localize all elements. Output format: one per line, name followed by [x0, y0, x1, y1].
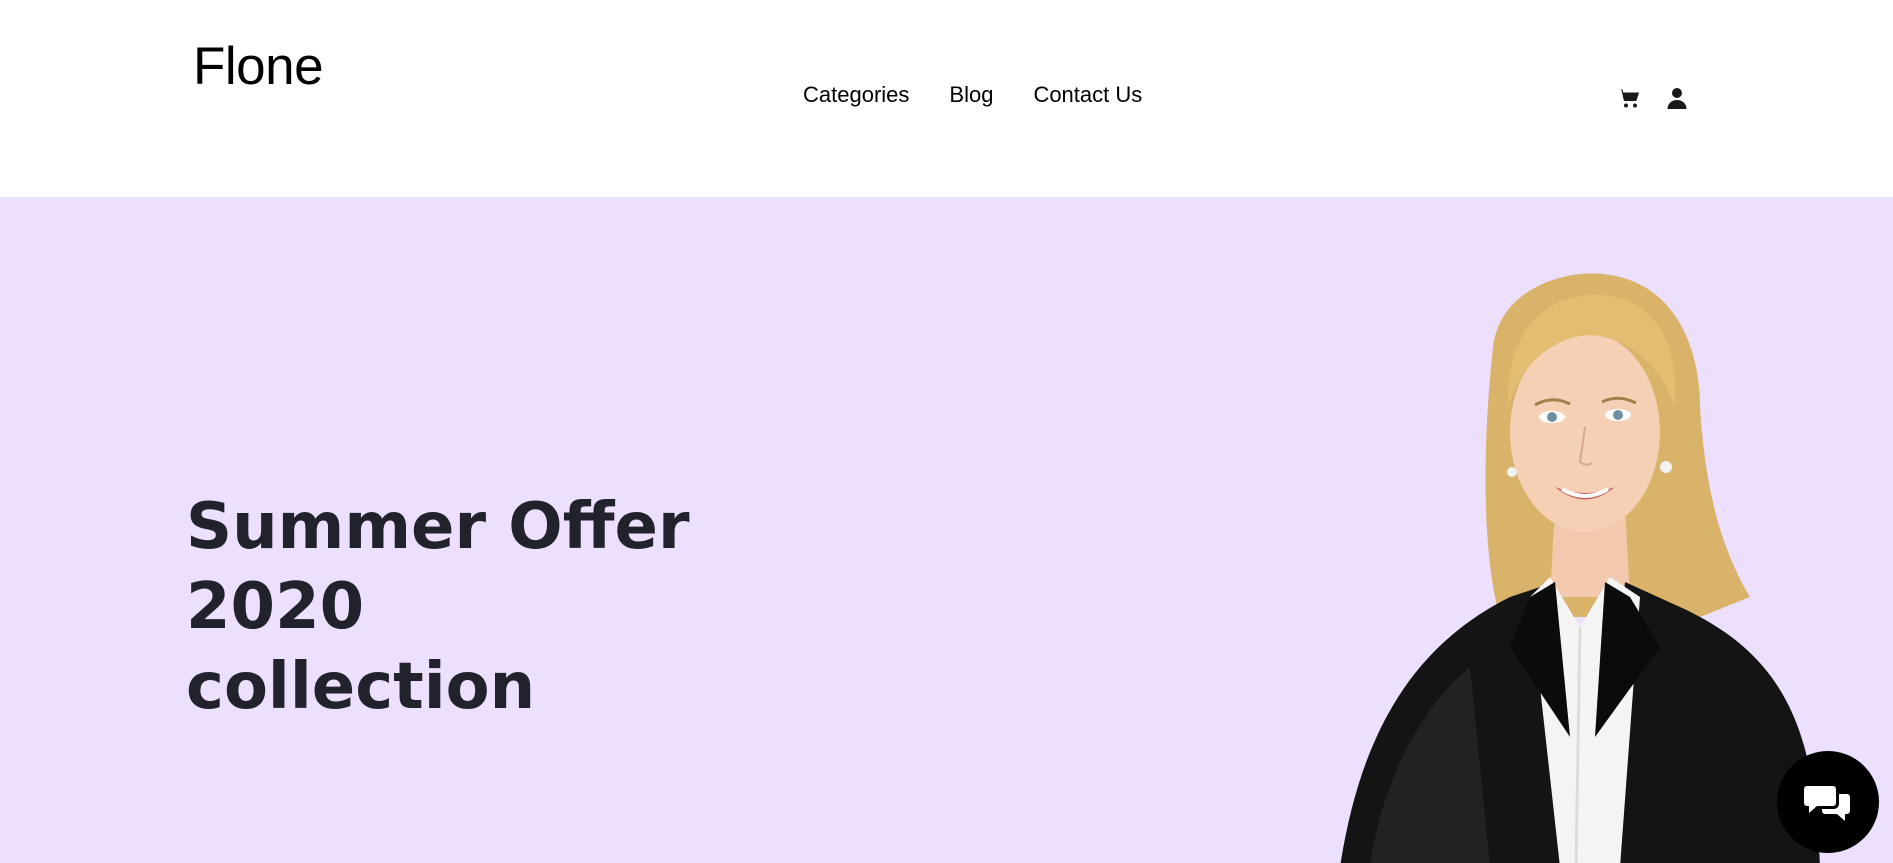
nav-item-blog[interactable]: Blog: [949, 82, 993, 108]
nav-item-contact-us[interactable]: Contact Us: [1033, 82, 1142, 108]
nav-item-categories[interactable]: Categories: [803, 82, 909, 108]
hero-title: Summer Offer 2020 collection: [186, 487, 886, 727]
chat-button[interactable]: [1777, 751, 1879, 853]
main-nav: Categories Blog Contact Us: [803, 82, 1142, 108]
user-icon[interactable]: [1665, 86, 1689, 110]
hero-banner: Summer Offer 2020 collection: [0, 197, 1893, 863]
hero-title-line-1: Summer Offer 2020: [186, 490, 690, 644]
cart-icon[interactable]: [1617, 86, 1641, 110]
header-actions: [1617, 86, 1689, 110]
chat-bubbles-icon: [1804, 786, 1850, 821]
logo[interactable]: Flone: [193, 36, 324, 97]
hero-title-line-2: collection: [186, 650, 536, 724]
site-header: Flone Categories Blog Contact Us: [0, 0, 1893, 197]
